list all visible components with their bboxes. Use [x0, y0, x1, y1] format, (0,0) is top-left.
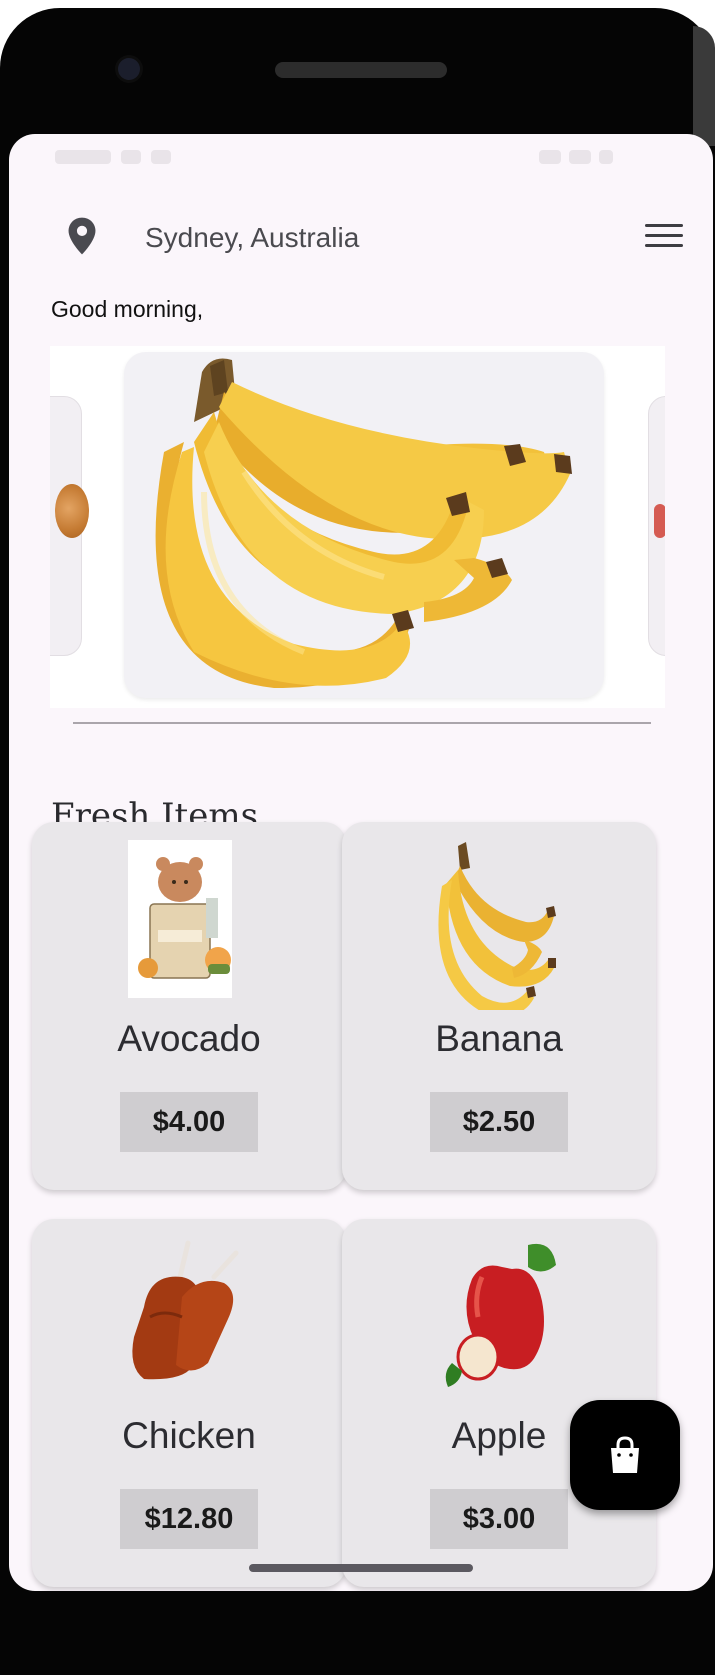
- carousel-next-image: [654, 504, 665, 538]
- featured-carousel[interactable]: [50, 346, 665, 708]
- banana-bunch-image: [155, 358, 572, 688]
- status-bar: [9, 134, 713, 180]
- status-notification-icon: [151, 150, 171, 164]
- product-card-chicken[interactable]: Chicken $12.80: [32, 1219, 346, 1587]
- apple-image: [342, 1237, 656, 1407]
- carousel-prev-image: [55, 484, 89, 538]
- product-name: Chicken: [122, 1415, 256, 1456]
- location-label[interactable]: Sydney, Australia: [145, 222, 359, 254]
- status-time: [55, 150, 111, 164]
- product-price: $2.50: [430, 1092, 568, 1152]
- product-name: Banana: [435, 1018, 563, 1059]
- cart-fab-button[interactable]: [570, 1400, 680, 1510]
- product-price: $12.80: [120, 1489, 258, 1549]
- app-header: Sydney, Australia: [9, 204, 713, 260]
- phone-edge: [693, 26, 715, 146]
- status-notification-icon: [121, 150, 141, 164]
- earpiece-speaker: [275, 62, 447, 78]
- wifi-icon: [539, 150, 561, 164]
- product-price: $3.00: [430, 1489, 568, 1549]
- signal-icon: [569, 150, 591, 164]
- hamburger-menu-icon[interactable]: [645, 224, 683, 252]
- carousel-indicator-line: [73, 722, 651, 724]
- greeting-text: Good morning,: [51, 296, 204, 322]
- gesture-navigation-bar[interactable]: [249, 1564, 473, 1572]
- chicken-drumstick-image: [32, 1237, 346, 1407]
- banana-image: [342, 840, 656, 1016]
- avocado-grocery-bag-image: [32, 840, 346, 1010]
- product-name: Avocado: [117, 1018, 261, 1059]
- battery-icon: [599, 150, 613, 164]
- carousel-current-card[interactable]: [124, 352, 604, 698]
- front-camera: [118, 58, 140, 80]
- app-screen: Sydney, Australia Good morning, Fresh It…: [9, 134, 713, 1591]
- shopping-bag-icon: [611, 1436, 639, 1473]
- product-price: $4.00: [120, 1092, 258, 1152]
- map-pin-icon[interactable]: [65, 216, 99, 256]
- product-card-banana[interactable]: Banana $2.50: [342, 822, 656, 1190]
- product-card-avocado[interactable]: Avocado $4.00: [32, 822, 346, 1190]
